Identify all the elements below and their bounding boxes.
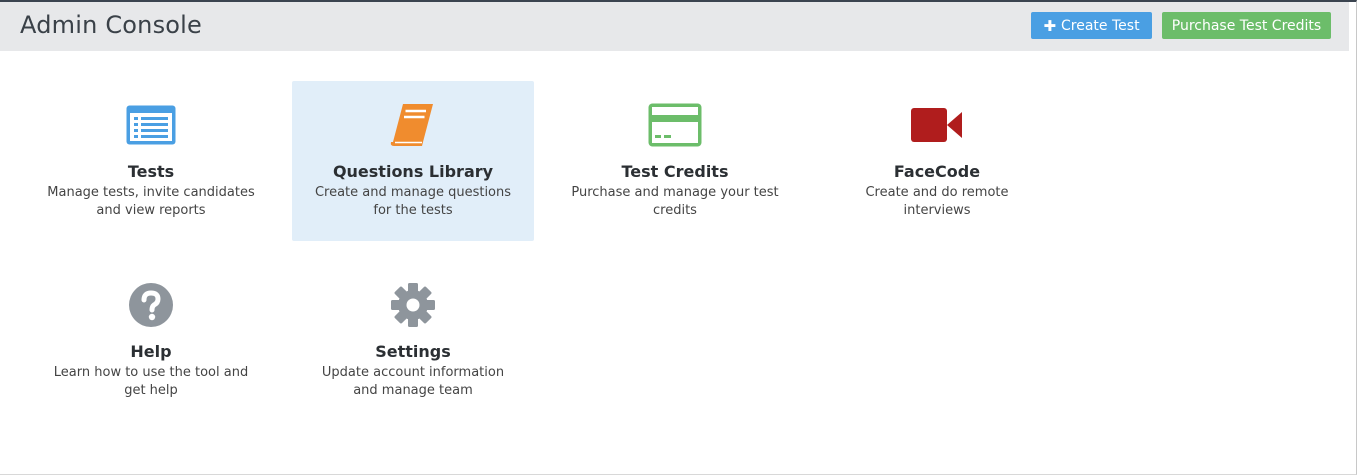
tile-description: Purchase and manage your test credits xyxy=(571,185,779,218)
create-test-button[interactable]: ✚ Create Test xyxy=(1031,12,1152,39)
purchase-test-credits-label: Purchase Test Credits xyxy=(1171,17,1322,34)
tile-help[interactable]: Help Learn how to use the tool and get h… xyxy=(30,261,272,421)
tile-title: Settings xyxy=(375,342,451,361)
create-test-label: Create Test xyxy=(1061,17,1140,34)
tile-test-credits[interactable]: Test Credits Purchase and manage your te… xyxy=(554,81,796,241)
tile-questions-library[interactable]: Questions Library Create and manage ques… xyxy=(292,81,534,241)
gear-icon xyxy=(391,283,435,327)
video-camera-icon xyxy=(911,108,962,142)
tile-title: Tests xyxy=(127,162,175,181)
tile-title: Test Credits xyxy=(621,162,729,181)
question-circle-icon xyxy=(129,283,173,327)
list-window-icon xyxy=(126,105,176,145)
page-frame: Admin Console ✚ Create Test Purchase Tes… xyxy=(0,0,1357,475)
plus-icon: ✚ xyxy=(1043,16,1057,35)
purchase-test-credits-button[interactable]: Purchase Test Credits xyxy=(1162,12,1331,39)
credit-card-icon xyxy=(648,103,702,147)
tile-title: Questions Library xyxy=(332,162,494,181)
tile-facecode[interactable]: FaceCode Create and do remote interviews xyxy=(816,81,1058,241)
page-title: Admin Console xyxy=(20,11,202,39)
tile-title: Help xyxy=(130,342,172,361)
tile-tests[interactable]: Tests Manage tests, invite candidates an… xyxy=(30,81,272,241)
tile-description: Learn how to use the tool and get help xyxy=(53,365,249,398)
book-icon xyxy=(390,104,433,146)
tile-description: Create and manage questions for the test… xyxy=(314,185,512,218)
tile-description: Update account information and manage te… xyxy=(321,365,505,398)
tile-description: Manage tests, invite candidates and view… xyxy=(47,185,255,218)
header-bar: Admin Console ✚ Create Test Purchase Tes… xyxy=(0,2,1349,51)
tile-settings[interactable]: Settings Update account information and … xyxy=(292,261,534,421)
tile-title: FaceCode xyxy=(893,162,981,181)
tile-description: Create and do remote interviews xyxy=(865,185,1009,218)
